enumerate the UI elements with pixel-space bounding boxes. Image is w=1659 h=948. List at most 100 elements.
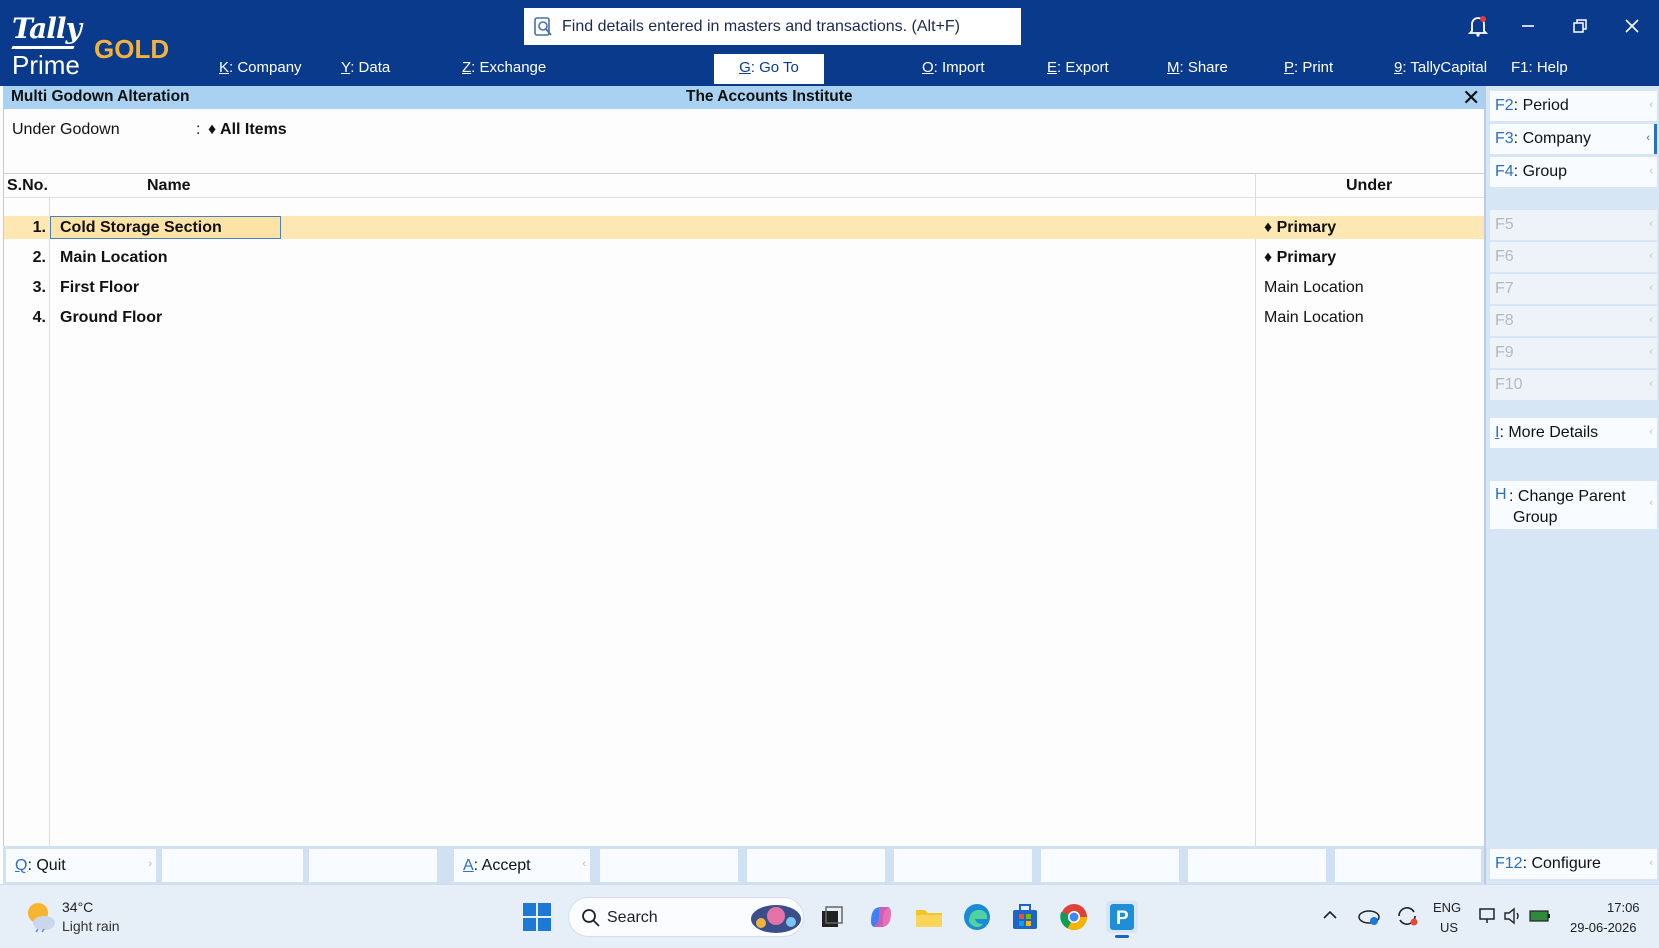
- weather-temperature: 34°C: [62, 899, 94, 915]
- chevron-left-icon: ‹: [1649, 426, 1653, 438]
- row-sno: 4.: [32, 309, 46, 326]
- menu-tallycapital[interactable]: 9: TallyCapital: [1394, 57, 1487, 85]
- row-name[interactable]: Cold Storage Section: [60, 219, 222, 237]
- quit-button[interactable]: Q: Quit ›: [6, 849, 156, 882]
- empty-button: [1335, 849, 1481, 882]
- sync-icon[interactable]: [1395, 905, 1419, 932]
- header-divider: [4, 173, 1485, 174]
- column-header-name: Name: [147, 177, 191, 194]
- column-header-under: Under: [1346, 177, 1393, 194]
- chevron-left-icon: ‹: [1646, 132, 1650, 144]
- group-button[interactable]: F4: Group ‹: [1490, 157, 1657, 187]
- empty-button: [309, 849, 437, 882]
- row-sno: 3.: [32, 279, 46, 296]
- screen-title: Multi Godown Alteration: [11, 88, 190, 105]
- edge-browser-icon[interactable]: [961, 901, 993, 933]
- menu-export[interactable]: E: Export: [1047, 57, 1109, 85]
- chevron-left-icon: ‹: [582, 858, 586, 870]
- top-bar: Tally Prime GOLD Find details entered in…: [0, 0, 1659, 86]
- language-label[interactable]: ENG: [1433, 900, 1461, 915]
- chevron-left-icon: ‹: [1649, 346, 1653, 358]
- tallyprime-taskbar-icon[interactable]: P: [1106, 901, 1138, 938]
- battery-icon[interactable]: [1528, 907, 1552, 930]
- menu-data[interactable]: Y: Data: [341, 57, 390, 85]
- minimize-icon[interactable]: [1513, 12, 1543, 40]
- menu-company[interactable]: K: Company: [219, 57, 302, 85]
- row-name[interactable]: Ground Floor: [60, 309, 162, 327]
- accept-button[interactable]: A: Accept ‹: [454, 849, 590, 882]
- row-under[interactable]: Main Location: [1264, 309, 1364, 327]
- global-search-input[interactable]: Find details entered in masters and tran…: [524, 8, 1021, 45]
- weather-widget[interactable]: 34°C Light rain: [22, 897, 182, 937]
- row-under[interactable]: Main Location: [1264, 279, 1364, 297]
- table-row[interactable]: 4. Ground Floor Main Location: [4, 306, 1485, 329]
- chevron-left-icon: ‹: [1649, 497, 1653, 509]
- onedrive-icon[interactable]: [1357, 905, 1381, 932]
- column-header-sno: S.No.: [7, 177, 48, 194]
- empty-button: [1188, 849, 1326, 882]
- under-godown-value[interactable]: ♦ All Items: [208, 121, 287, 139]
- under-godown-colon: :: [196, 121, 201, 138]
- search-placeholder: Find details entered in masters and tran…: [562, 17, 960, 35]
- configure-button[interactable]: F12: Configure ‹: [1490, 849, 1657, 879]
- copilot-icon[interactable]: [865, 901, 897, 933]
- logo-tally-text: Tally: [12, 12, 82, 45]
- f7-button: F7 ‹: [1490, 274, 1657, 304]
- change-parent-group-button[interactable]: H : Change Parent Group ‹: [1490, 481, 1657, 529]
- period-button[interactable]: F2: Period ‹: [1490, 91, 1657, 121]
- menu-exchange[interactable]: Z: Exchange: [462, 57, 546, 85]
- file-explorer-icon[interactable]: [913, 901, 945, 933]
- display-icon[interactable]: [1478, 906, 1498, 931]
- row-name[interactable]: First Floor: [60, 279, 139, 297]
- volume-icon[interactable]: [1502, 906, 1522, 931]
- task-view-icon[interactable]: [816, 901, 848, 933]
- weather-sun-cloud-icon: [28, 903, 55, 933]
- restore-icon[interactable]: [1565, 12, 1595, 40]
- row-under[interactable]: ♦ Primary: [1264, 249, 1336, 267]
- close-icon[interactable]: [1617, 12, 1647, 40]
- taskbar-search-input[interactable]: Search: [568, 897, 804, 937]
- weather-condition: Light rain: [62, 918, 120, 934]
- company-button[interactable]: F3: Company ‹: [1490, 124, 1657, 154]
- chevron-left-icon: ‹: [1649, 282, 1653, 294]
- search-highlight-icon: [751, 905, 801, 933]
- chevron-left-icon: ‹: [1649, 165, 1653, 177]
- empty-button: [747, 849, 885, 882]
- chevron-left-icon: ‹: [1649, 250, 1653, 262]
- empty-button: [600, 849, 738, 882]
- row-under[interactable]: ♦ Primary: [1264, 219, 1336, 237]
- windows-taskbar: 34°C Light rain Search P ENG US 17:06 29…: [0, 884, 1659, 948]
- f10-button: F10 ‹: [1490, 370, 1657, 400]
- notification-bell-icon[interactable]: [1463, 12, 1493, 40]
- clock-time[interactable]: 17:06: [1607, 900, 1640, 915]
- search-doc-icon: [534, 16, 552, 36]
- logo-underline: [11, 46, 75, 49]
- close-screen-icon[interactable]: ✕: [1462, 85, 1480, 111]
- windows-start-icon[interactable]: [523, 903, 551, 931]
- table-row[interactable]: 2. Main Location ♦ Primary: [4, 246, 1485, 269]
- f5-button: F5 ‹: [1490, 210, 1657, 240]
- menu-help[interactable]: F1: Help: [1511, 57, 1568, 85]
- menu-share[interactable]: M: Share: [1167, 57, 1228, 85]
- microsoft-store-icon[interactable]: [1009, 901, 1041, 933]
- logo-prime-text: Prime: [12, 50, 80, 80]
- chevron-up-icon[interactable]: [1322, 907, 1338, 928]
- column-divider: [49, 197, 50, 884]
- keyboard-layout-label[interactable]: US: [1440, 920, 1458, 935]
- menu-goto[interactable]: G: Go To: [714, 54, 824, 84]
- chrome-browser-icon[interactable]: [1058, 901, 1090, 933]
- more-details-button[interactable]: I: More Details ‹: [1490, 418, 1657, 448]
- chevron-right-icon: ›: [148, 858, 152, 870]
- empty-button: [162, 849, 303, 882]
- empty-button: [894, 849, 1032, 882]
- row-name[interactable]: Main Location: [60, 249, 168, 267]
- menu-print[interactable]: P: Print: [1284, 57, 1333, 85]
- menu-import[interactable]: O: Import: [922, 57, 985, 85]
- table-row[interactable]: 1. Cold Storage Section ♦ Primary: [4, 216, 1485, 239]
- company-name: The Accounts Institute: [686, 88, 853, 105]
- table-row[interactable]: 3. First Floor Main Location: [4, 276, 1485, 299]
- right-button-panel: F2: Period ‹ F3: Company ‹ F4: Group ‹ F…: [1484, 86, 1659, 884]
- chevron-left-icon: ‹: [1649, 314, 1653, 326]
- search-icon: [582, 909, 600, 927]
- clock-date[interactable]: 29-06-2026: [1570, 920, 1637, 935]
